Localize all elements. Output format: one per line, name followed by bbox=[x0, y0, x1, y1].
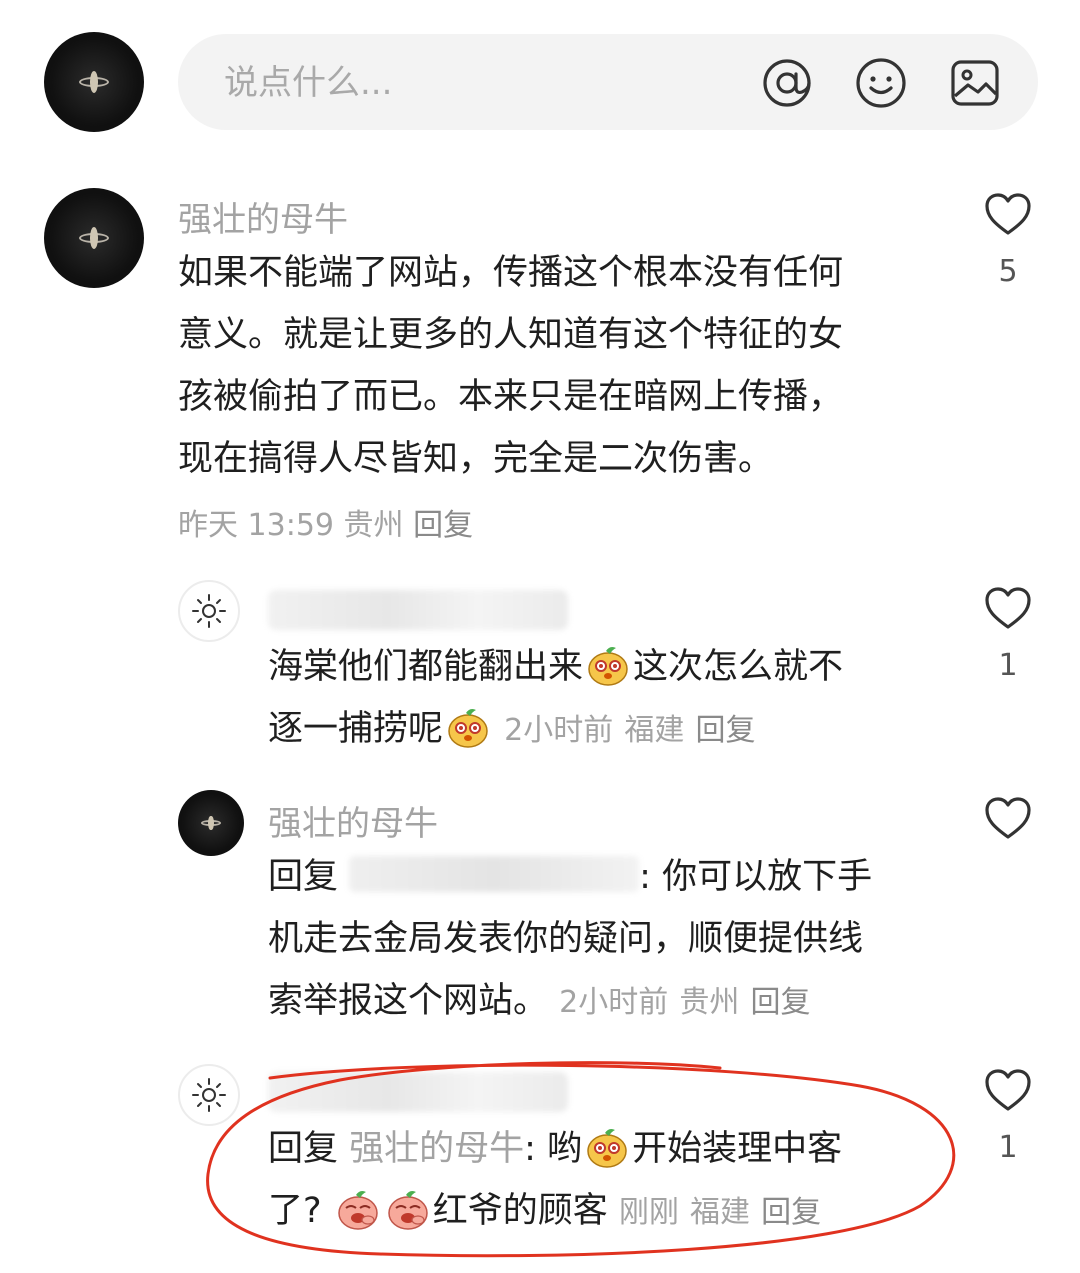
like-heart-icon[interactable] bbox=[984, 586, 1032, 630]
saturn-image bbox=[79, 71, 109, 93]
comment-input[interactable] bbox=[222, 56, 746, 110]
emoji-peach-laugh-icon bbox=[387, 1191, 428, 1230]
reply-text-line: 回复 强壮的母牛: 哟 开始装理中客 bbox=[268, 1118, 948, 1180]
emoji-mango-face-icon bbox=[587, 1129, 627, 1168]
comment-meta: 昨天 13:59 贵州 回复 bbox=[178, 500, 473, 544]
reply-time: 2小时前 bbox=[504, 713, 614, 748]
image-icon[interactable] bbox=[948, 56, 1002, 110]
like-count: 5 bbox=[998, 254, 1018, 289]
reply-avatar[interactable] bbox=[178, 580, 240, 642]
reply-text: 回复 : 你可以放下手 机走去金局发表你的疑问，顺便提供线 索举报这个网站。 2… bbox=[268, 846, 948, 1034]
reply-text-line: 逐一捕捞呢 2小时前 福建 回复 bbox=[268, 698, 948, 762]
sun-icon bbox=[192, 1078, 226, 1112]
reply-text: 海棠他们都能翻出来 这次怎么就不 逐一捕捞呢 2小时前 福建 回复 bbox=[268, 636, 948, 762]
reply-button[interactable]: 回复 bbox=[761, 1195, 821, 1230]
at-icon[interactable] bbox=[760, 56, 814, 110]
emoji-mango-face-icon bbox=[448, 709, 488, 748]
like-count: 1 bbox=[998, 648, 1018, 683]
emoji-peach-laugh-icon bbox=[337, 1191, 378, 1230]
comment-text-line: 孩被偷拍了而已。本来只是在暗网上传播， bbox=[178, 377, 844, 417]
reply-text-line: 机走去金局发表你的疑问，顺便提供线 bbox=[268, 919, 864, 959]
blurred-username[interactable] bbox=[268, 590, 568, 630]
sun-icon bbox=[192, 594, 226, 628]
reply-username[interactable]: 强壮的母牛 bbox=[268, 796, 438, 845]
reply-location: 福建 bbox=[690, 1195, 751, 1230]
comment-location: 贵州 bbox=[343, 508, 404, 543]
comment-text-line: 如果不能端了网站，传播这个根本没有任何 bbox=[178, 253, 844, 293]
like-count: 1 bbox=[998, 1130, 1018, 1165]
reply-button[interactable]: 回复 bbox=[751, 985, 811, 1020]
reply-location: 福建 bbox=[624, 713, 685, 748]
emoji-mango-face-icon bbox=[588, 647, 628, 686]
reply-text-line: 了? 红爷的顾客 刚刚 福建 回复 bbox=[268, 1180, 948, 1244]
blurred-username[interactable] bbox=[268, 1072, 568, 1112]
comment-time: 昨天 13:59 bbox=[178, 508, 334, 543]
reply-avatar[interactable] bbox=[178, 1064, 240, 1126]
reply-button[interactable]: 回复 bbox=[696, 713, 756, 748]
commenter-avatar[interactable] bbox=[44, 188, 144, 288]
comment-text-line: 现在搞得人尽皆知，完全是二次伤害。 bbox=[178, 439, 774, 479]
reply-text: 回复 强壮的母牛: 哟 开始装理中客 了? 红爷的顾客 刚刚 福建 回复 bbox=[268, 1118, 948, 1244]
saturn-image bbox=[79, 227, 109, 249]
like-heart-icon[interactable] bbox=[984, 192, 1032, 236]
saturn-image bbox=[201, 815, 221, 831]
reply-text-line: 海棠他们都能翻出来 这次怎么就不 bbox=[268, 636, 948, 698]
comment-text: 如果不能端了网站，传播这个根本没有任何 意义。就是让更多的人知道有这个特征的女 … bbox=[178, 242, 938, 490]
reply-time: 刚刚 bbox=[618, 1195, 679, 1230]
reply-time: 2小时前 bbox=[559, 985, 669, 1020]
mention-username[interactable]: 强壮的母牛 bbox=[349, 1129, 524, 1169]
reply-location: 贵州 bbox=[679, 985, 740, 1020]
current-user-avatar[interactable] bbox=[44, 32, 144, 132]
reply-button[interactable]: 回复 bbox=[413, 508, 473, 543]
blurred-mention[interactable] bbox=[349, 856, 640, 892]
like-heart-icon[interactable] bbox=[984, 1068, 1032, 1112]
comment-text-line: 意义。就是让更多的人知道有这个特征的女 bbox=[178, 315, 844, 355]
comment-username[interactable]: 强壮的母牛 bbox=[178, 192, 348, 241]
reply-text-line: 索举报这个网站。 2小时前 贵州 回复 bbox=[268, 981, 811, 1021]
reply-avatar[interactable] bbox=[178, 790, 244, 856]
like-heart-icon[interactable] bbox=[984, 796, 1032, 840]
comment-composer[interactable] bbox=[178, 34, 1038, 130]
reply-text-line: 回复 : 你可以放下手 bbox=[268, 856, 873, 897]
emoji-icon[interactable] bbox=[854, 56, 908, 110]
